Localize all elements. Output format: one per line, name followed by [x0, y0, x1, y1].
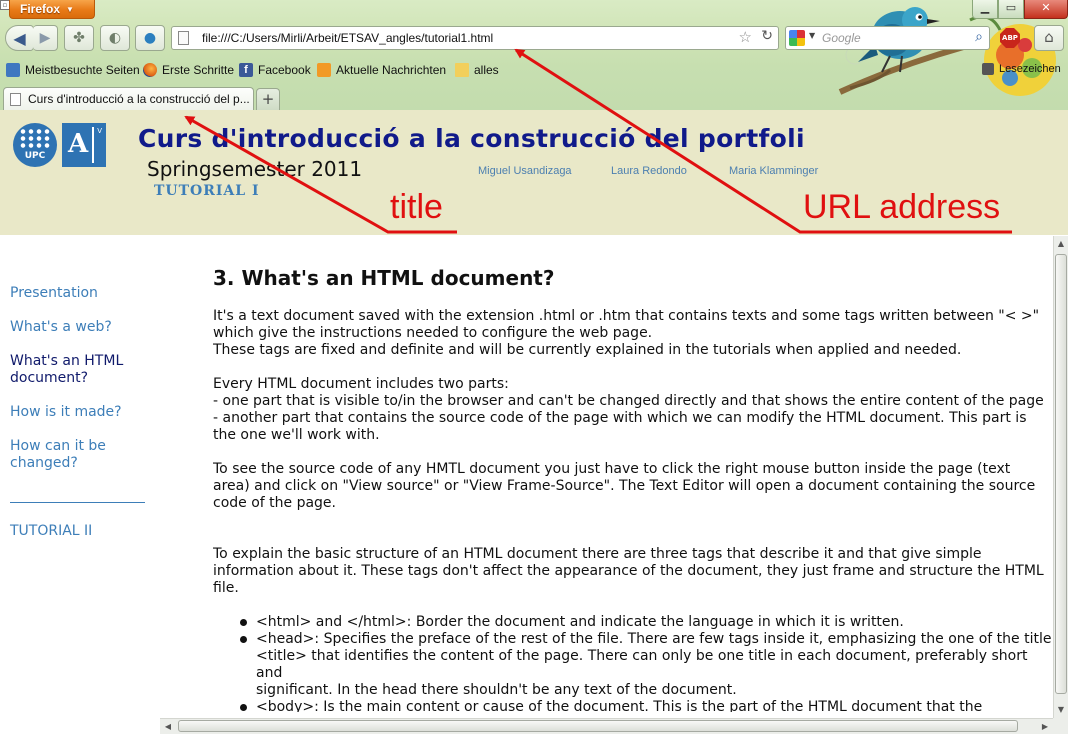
- refresh-circle-icon: ◐: [108, 30, 122, 46]
- google-icon[interactable]: [789, 30, 805, 46]
- bookmark-label: Meistbesuchte Seiten: [25, 63, 140, 77]
- firefox-menu-label: Firefox: [20, 2, 61, 16]
- main-content: 3. What's an HTML document? It's a text …: [213, 266, 1053, 712]
- extension-icon: ✤: [73, 30, 85, 46]
- search-input[interactable]: Google: [822, 27, 861, 49]
- sidebar-item-how-can-it-be-changed[interactable]: How can it be changed?: [10, 438, 106, 472]
- forward-arrow-icon: ▶: [39, 30, 51, 46]
- firefox-icon: [143, 63, 157, 77]
- extension-button-1[interactable]: ✤: [64, 25, 94, 51]
- scroll-thumb[interactable]: [178, 720, 1018, 732]
- page-icon: [10, 93, 21, 106]
- forward-button[interactable]: ▶: [33, 25, 58, 51]
- scroll-right-arrow-icon[interactable]: ▶: [1037, 719, 1053, 734]
- search-bar[interactable]: ▼ Google ⌕: [785, 26, 990, 50]
- semester-label: Springsemester 2011: [147, 157, 363, 181]
- browser-tab[interactable]: Curs d'introducció a la construcció del …: [3, 87, 254, 110]
- sidebar-item-how-is-it-made[interactable]: How is it made?: [10, 404, 122, 421]
- title-annotation-label: title: [390, 188, 443, 226]
- scroll-up-arrow-icon[interactable]: ▲: [1054, 236, 1068, 252]
- search-icon[interactable]: ⌕: [975, 29, 983, 45]
- author-link[interactable]: Miguel Usandizaga: [478, 165, 572, 177]
- page-icon: [178, 31, 189, 45]
- scroll-down-arrow-icon[interactable]: ▼: [1054, 702, 1068, 718]
- folder-icon: [455, 63, 469, 77]
- bookmark-label: Facebook: [258, 63, 311, 77]
- url-text[interactable]: file:///C:/Users/Mirli/Arbeit/ETSAV_angl…: [202, 27, 493, 49]
- back-button[interactable]: ◀: [5, 25, 34, 51]
- bookmarks-star-icon: [982, 63, 994, 75]
- bookmark-label: Erste Schritte: [162, 63, 235, 77]
- site-title: Curs d'introducció a la construcció del …: [138, 124, 805, 153]
- extension-button-3[interactable]: ●: [135, 25, 165, 51]
- scrollbar-corner: [1053, 718, 1068, 734]
- new-tab-button[interactable]: +: [256, 88, 280, 110]
- adblock-plus-icon: ABP: [1000, 28, 1020, 48]
- vertical-scrollbar[interactable]: ▲ ▼: [1053, 236, 1068, 718]
- minimize-button[interactable]: ▁: [972, 0, 998, 19]
- paragraph: To see the source code of any HMTL docum…: [213, 461, 1036, 511]
- bookmarks-menu[interactable]: Lesezeichen: [982, 63, 1061, 75]
- upc-logo: UPC: [13, 123, 57, 167]
- list-item: <body>: Is the main content or cause of …: [236, 699, 1053, 712]
- home-button[interactable]: ⌂: [1034, 25, 1064, 51]
- bookmark-folder-alles[interactable]: alles: [455, 63, 499, 77]
- reload-icon[interactable]: ↻: [761, 28, 773, 44]
- firefox-menu-button[interactable]: Firefox ▼: [9, 0, 95, 19]
- paragraph: It's a text document saved with the exte…: [213, 308, 1040, 358]
- back-arrow-icon: ◀: [13, 28, 26, 48]
- url-bar[interactable]: file:///C:/Users/Mirli/Arbeit/ETSAV_angl…: [171, 26, 779, 50]
- paragraph: To explain the basic structure of an HTM…: [213, 546, 1044, 596]
- bookmarks-menu-label: Lesezeichen: [999, 63, 1061, 75]
- sidebar-item-whats-a-web[interactable]: What's a web?: [10, 319, 112, 336]
- bookmark-facebook[interactable]: f Facebook: [239, 63, 311, 77]
- bookmark-label: Aktuelle Nachrichten: [336, 63, 447, 77]
- chevron-down-icon[interactable]: ▼: [809, 31, 815, 40]
- scroll-thumb[interactable]: [1055, 254, 1067, 694]
- tutorial-label: TUTORIAL I: [154, 183, 260, 199]
- close-window-button[interactable]: ✕: [1024, 0, 1068, 19]
- scroll-left-arrow-icon[interactable]: ◀: [160, 719, 176, 734]
- facebook-icon: f: [239, 63, 253, 77]
- adblock-plus-button[interactable]: ABP: [997, 26, 1023, 50]
- list-item: <html> and </html>: Border the document …: [236, 614, 1053, 631]
- tab-title: Curs d'introducció a la construcció del …: [28, 92, 250, 106]
- sidebar-item-tutorial-ii[interactable]: TUTORIAL II: [10, 523, 92, 540]
- horizontal-scrollbar[interactable]: ◀ ▶: [160, 718, 1053, 734]
- bookmark-star-icon[interactable]: ☆: [739, 28, 752, 46]
- chevron-down-icon: ▼: [66, 5, 74, 14]
- url-annotation-label: URL address: [803, 188, 1001, 226]
- sidebar-divider: [10, 502, 145, 503]
- maximize-button[interactable]: ▭: [998, 0, 1024, 19]
- author-link[interactable]: Laura Redondo: [611, 165, 687, 177]
- rss-feed-icon: [317, 63, 331, 77]
- home-icon: ⌂: [1044, 28, 1054, 46]
- bookmark-label: alles: [474, 63, 499, 77]
- upc-logo-label: UPC: [24, 151, 46, 161]
- most-visited-icon: [6, 63, 20, 77]
- bookmark-most-visited[interactable]: Meistbesuchte Seiten: [6, 63, 140, 77]
- browser-chrome: ▫ Firefox ▼ ▁ ▭ ✕ ◀ ▶ ✤ ◐ ● file:///C:/Us…: [0, 0, 1068, 110]
- bookmark-getting-started[interactable]: Erste Schritte: [143, 63, 234, 77]
- section-heading: 3. What's an HTML document?: [213, 266, 555, 290]
- sidebar-item-whats-an-html-document[interactable]: What's an HTML document?: [10, 353, 123, 387]
- bookmarks-toolbar: Meistbesuchte Seiten Erste Schritte f Fac…: [0, 60, 1068, 82]
- author-link[interactable]: Maria Klamminger: [729, 165, 818, 177]
- list-item: <head>: Specifies the preface of the res…: [236, 631, 1053, 699]
- chat-bubble-icon: ●: [143, 30, 157, 46]
- paragraph: Every HTML document includes two parts: …: [213, 376, 1044, 443]
- tag-list: <html> and </html>: Border the document …: [236, 614, 1053, 712]
- bookmark-news[interactable]: Aktuelle Nachrichten: [317, 63, 446, 77]
- extension-button-2[interactable]: ◐: [100, 25, 130, 51]
- sidebar-item-presentation[interactable]: Presentation: [10, 285, 98, 302]
- etsav-logo: AV: [62, 123, 106, 167]
